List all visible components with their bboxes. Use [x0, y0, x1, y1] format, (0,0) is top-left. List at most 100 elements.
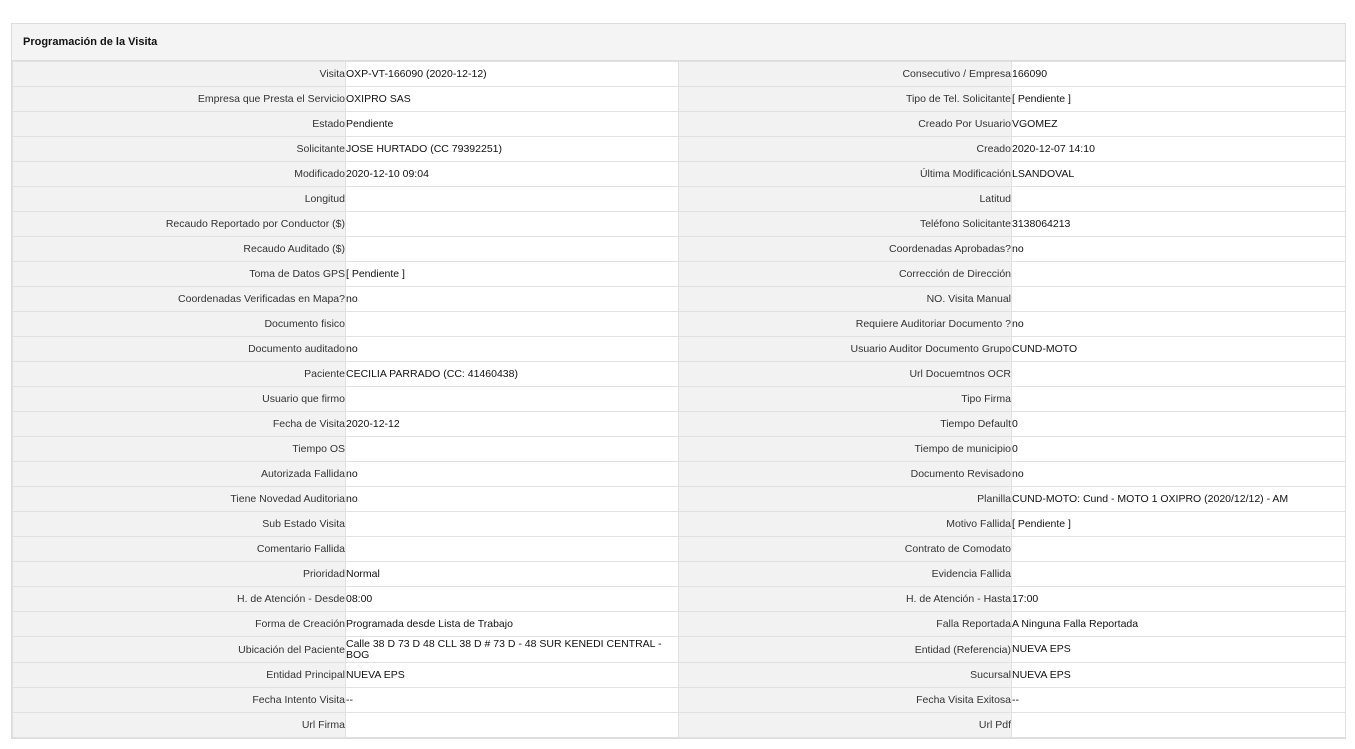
field-value: OXIPRO SAS: [345, 86, 679, 112]
field-label: Sucursal: [678, 662, 1012, 688]
field-value: no: [1011, 236, 1346, 262]
field-value: [345, 712, 679, 738]
field-label: Entidad Principal: [12, 662, 346, 688]
field-label: Requiere Auditoriar Documento ?: [678, 311, 1012, 337]
field-label: Entidad (Referencia): [678, 636, 1012, 663]
detail-row: Longitud Latitud: [12, 186, 1346, 212]
detail-row: Prioridad Normal Evidencia Fallida: [12, 561, 1346, 587]
field-label: Corrección de Dirección: [678, 261, 1012, 287]
detail-row: Coordenadas Verificadas en Mapa? no NO. V…: [12, 286, 1346, 312]
field-label: Tipo Firma: [678, 386, 1012, 412]
field-value: JOSE HURTADO (CC 79392251): [345, 136, 679, 162]
field-label: Modificado: [12, 161, 346, 187]
field-value: [1011, 286, 1346, 312]
field-label: H. de Atención - Desde: [12, 586, 346, 612]
detail-row: Empresa que Presta el Servicio OXIPRO SAS…: [12, 86, 1346, 112]
field-value: CUND-MOTO: Cund - MOTO 1 OXIPRO (2020/12…: [1011, 486, 1346, 512]
field-value: Calle 38 D 73 D 48 CLL 38 D # 73 D - 48 …: [345, 636, 679, 663]
field-value: 2020-12-10 09:04: [345, 161, 679, 187]
field-label: Prioridad: [12, 561, 346, 587]
field-label: Teléfono Solicitante: [678, 211, 1012, 237]
field-value: [345, 211, 679, 237]
field-label: Fecha de Visita: [12, 411, 346, 437]
field-value: 166090: [1011, 61, 1346, 87]
field-label: Planilla: [678, 486, 1012, 512]
field-label: Estado: [12, 111, 346, 137]
field-label: Motivo Fallida: [678, 511, 1012, 537]
field-value: CUND-MOTO: [1011, 336, 1346, 362]
field-value: [1011, 186, 1346, 212]
field-value: [345, 311, 679, 337]
detail-row: Entidad Principal NUEVA EPS Sucursal NUEVA …: [12, 662, 1346, 688]
detail-row: Fecha Intento Visita -- Fecha Visita Exit…: [12, 687, 1346, 713]
field-label: Contrato de Comodato: [678, 536, 1012, 562]
field-label: Fecha Intento Visita: [12, 687, 346, 713]
field-label: Recaudo Auditado ($): [12, 236, 346, 262]
visit-details-table: Visita OXP-VT-166090 (2020-12-12) Consecut…: [12, 61, 1346, 738]
field-label: Usuario Auditor Documento Grupo: [678, 336, 1012, 362]
field-value: Programada desde Lista de Trabajo: [345, 611, 679, 637]
field-label: Creado: [678, 136, 1012, 162]
detail-row: Fecha de Visita 2020-12-12 Tiempo Default…: [12, 411, 1346, 437]
field-value: 2020-12-12: [345, 411, 679, 437]
field-value: [1011, 536, 1346, 562]
field-value: [345, 511, 679, 537]
field-label: Forma de Creación: [12, 611, 346, 637]
detail-row: Recaudo Reportado por Conductor ($) Teléf…: [12, 211, 1346, 237]
field-value: [ Pendiente ]: [1011, 511, 1346, 537]
detail-row: Paciente CECILIA PARRADO (CC: 41460438) Ur…: [12, 361, 1346, 387]
field-label: Falla Reportada: [678, 611, 1012, 637]
detail-row: Url Firma Url Pdf: [12, 712, 1346, 738]
field-value: --: [1011, 687, 1346, 713]
field-value: no: [345, 486, 679, 512]
field-value: 08:00: [345, 586, 679, 612]
field-value: no: [345, 286, 679, 312]
field-value: no: [1011, 311, 1346, 337]
field-value: [345, 536, 679, 562]
field-label: Url Firma: [12, 712, 346, 738]
field-label: Empresa que Presta el Servicio: [12, 86, 346, 112]
field-value: [345, 236, 679, 262]
detail-row: Solicitante JOSE HURTADO (CC 79392251) Cre…: [12, 136, 1346, 162]
field-label: Recaudo Reportado por Conductor ($): [12, 211, 346, 237]
detail-row: Autorizada Fallida no Documento Revisado …: [12, 461, 1346, 487]
field-label: H. de Atención - Hasta: [678, 586, 1012, 612]
field-label: Sub Estado Visita: [12, 511, 346, 537]
field-value: 2020-12-07 14:10: [1011, 136, 1346, 162]
field-label: Documento fisico: [12, 311, 346, 337]
field-label: Creado Por Usuario: [678, 111, 1012, 137]
detail-row: Sub Estado Visita Motivo Fallida[ Pendien…: [12, 511, 1346, 537]
field-value: --: [345, 687, 679, 713]
field-value: no: [345, 336, 679, 362]
detail-row: Recaudo Auditado ($) Coordenadas Aprobada…: [12, 236, 1346, 262]
field-label: Tiene Novedad Auditoria: [12, 486, 346, 512]
field-value: Pendiente: [345, 111, 679, 137]
field-value: [1011, 712, 1346, 738]
field-label: Autorizada Fallida: [12, 461, 346, 487]
field-label: Visita: [12, 61, 346, 87]
field-label: Coordenadas Aprobadas?: [678, 236, 1012, 262]
field-value: VGOMEZ: [1011, 111, 1346, 137]
field-value: OXP-VT-166090 (2020-12-12): [345, 61, 679, 87]
detail-row: Documento auditado no Usuario Auditor Doc…: [12, 336, 1346, 362]
field-value: [345, 436, 679, 462]
field-label: Tiempo de municipio: [678, 436, 1012, 462]
field-value: NUEVA EPS: [1011, 636, 1346, 663]
field-value: NUEVA EPS: [1011, 662, 1346, 688]
detail-row: H. de Atención - Desde 08:00 H. de Atenció…: [12, 586, 1346, 612]
field-value: 0: [1011, 436, 1346, 462]
field-label: NO. Visita Manual: [678, 286, 1012, 312]
field-value: NUEVA EPS: [345, 662, 679, 688]
field-label: Documento auditado: [12, 336, 346, 362]
field-label: Tiempo Default: [678, 411, 1012, 437]
field-label: Solicitante: [12, 136, 346, 162]
detail-row: Comentario Fallida Contrato de Comodato: [12, 536, 1346, 562]
field-label: Documento Revisado: [678, 461, 1012, 487]
field-value: no: [1011, 461, 1346, 487]
detail-row: Estado Pendiente Creado Por Usuario VGOMEZ: [12, 111, 1346, 137]
field-label: Coordenadas Verificadas en Mapa?: [12, 286, 346, 312]
field-label: Consecutivo / Empresa: [678, 61, 1012, 87]
field-value: LSANDOVAL: [1011, 161, 1346, 187]
detail-row: Forma de Creación Programada desde Lista …: [12, 611, 1346, 637]
field-label: Latitud: [678, 186, 1012, 212]
